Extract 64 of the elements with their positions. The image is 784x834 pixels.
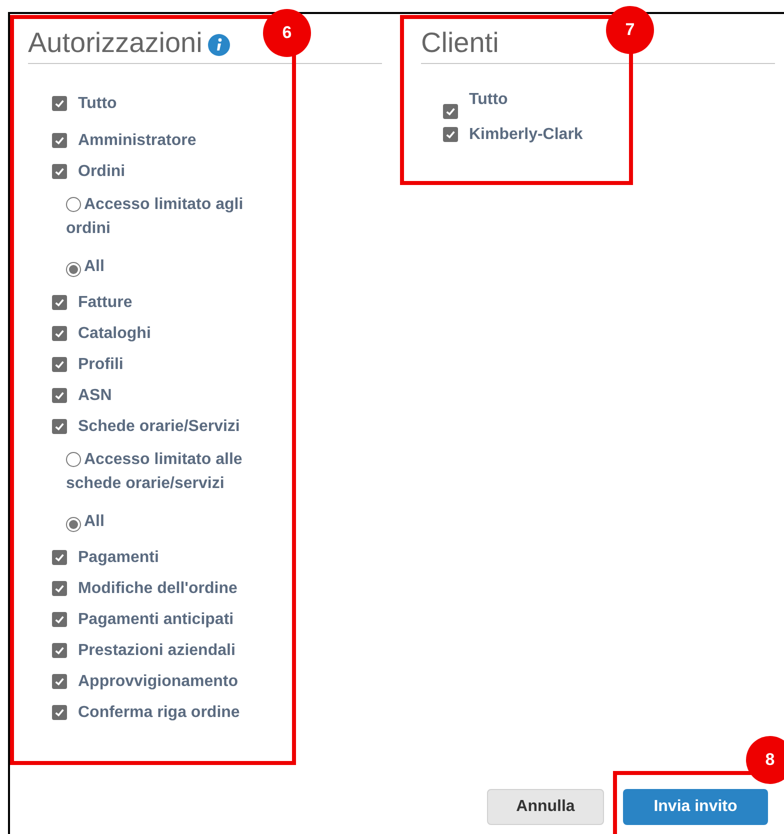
check-icon: [54, 166, 65, 177]
check-icon: [445, 129, 456, 140]
radio-button[interactable]: [66, 517, 81, 532]
checkbox[interactable]: [52, 550, 67, 565]
check-icon: [54, 676, 65, 687]
checkbox[interactable]: [52, 295, 67, 310]
radio-button[interactable]: [66, 197, 81, 212]
checkbox[interactable]: [52, 96, 67, 111]
permission-label: Ordini: [78, 162, 126, 182]
checkbox[interactable]: [52, 164, 67, 179]
permission-label: Conferma riga ordine: [78, 702, 240, 722]
check-icon: [54, 583, 65, 594]
client-label: Tutto: [469, 90, 508, 110]
checkbox[interactable]: [52, 612, 67, 627]
check-icon: [54, 135, 65, 146]
checkbox[interactable]: [52, 357, 67, 372]
check-icon: [54, 421, 65, 432]
radio-option[interactable]: Accesso limitato alle schede orarie/servizi: [66, 448, 272, 496]
permission-label: Amministratore: [78, 130, 196, 150]
permission-label: Profili: [78, 354, 124, 374]
check-icon: [54, 645, 65, 656]
permission-label: ASN: [78, 386, 112, 406]
check-icon: [54, 359, 65, 370]
permission-label: Cataloghi: [78, 324, 151, 344]
permission-label: Pagamenti anticipati: [78, 610, 234, 630]
checkbox[interactable]: [443, 104, 458, 119]
step-badge: 6: [263, 9, 311, 57]
check-icon: [54, 98, 65, 109]
section-title: Clienti: [421, 27, 499, 58]
client-label: Kimberly-Clark: [469, 124, 583, 144]
check-icon: [445, 106, 456, 117]
checkbox[interactable]: [52, 326, 67, 341]
permission-label: Prestazioni aziendali: [78, 640, 236, 660]
checkbox[interactable]: [52, 133, 67, 148]
permission-label: Modifiche dell'ordine: [78, 578, 238, 598]
checkbox[interactable]: [52, 705, 67, 720]
info-icon[interactable]: [208, 34, 230, 56]
step-badge: 7: [606, 6, 654, 54]
check-icon: [54, 552, 65, 563]
checkbox[interactable]: [52, 643, 67, 658]
checkbox[interactable]: [52, 419, 67, 434]
permission-label: Fatture: [78, 292, 132, 312]
send-invite-button[interactable]: Invia invito: [623, 789, 768, 825]
radio-option[interactable]: Accesso limitato agli ordini: [66, 193, 272, 241]
section-title: Autorizzazioni: [28, 26, 202, 60]
radio-option[interactable]: All: [66, 255, 104, 279]
permission-label: Approvvigionamento: [78, 672, 238, 692]
checkbox[interactable]: [52, 674, 67, 689]
radio-option[interactable]: All: [66, 510, 104, 534]
check-icon: [54, 390, 65, 401]
permission-label: Tutto: [78, 94, 117, 114]
check-icon: [54, 614, 65, 625]
checkbox[interactable]: [443, 127, 458, 142]
step-badge: 8: [746, 736, 784, 784]
permission-label: Schede orarie/Servizi: [78, 416, 240, 436]
check-icon: [54, 707, 65, 718]
radio-button[interactable]: [66, 262, 81, 277]
check-icon: [54, 297, 65, 308]
permission-label: Pagamenti: [78, 548, 159, 568]
checkbox[interactable]: [52, 388, 67, 403]
check-icon: [54, 328, 65, 339]
cancel-button[interactable]: Annulla: [487, 789, 604, 825]
checkbox[interactable]: [52, 581, 67, 596]
radio-button[interactable]: [66, 452, 81, 467]
